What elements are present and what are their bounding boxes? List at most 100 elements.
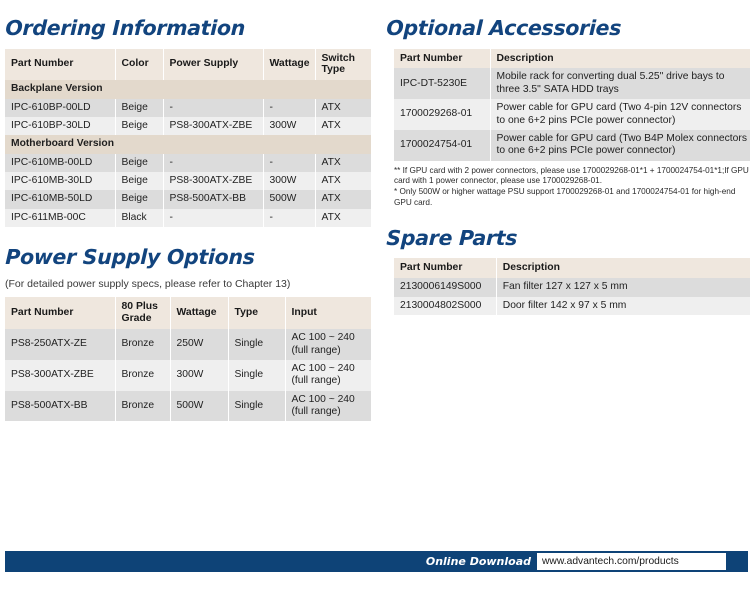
footnote-single-asterisk: * Only 500W or higher wattage PSU suppor…: [394, 187, 736, 208]
table-row: 1700029268-01 Power cable for GPU card (…: [394, 99, 750, 130]
column-header-power-supply: Power Supply: [163, 48, 264, 81]
ordering-information-table: Part Number Color Power Supply Wattage S…: [5, 48, 371, 228]
cell-power-supply: PS8-500ATX-BB: [163, 190, 264, 209]
cell-description: Mobile rack for converting dual 5.25" dr…: [490, 68, 750, 100]
cell-type: Single: [228, 329, 286, 360]
cell-power-supply: PS8-300ATX-ZBE: [163, 172, 264, 191]
group-label: Backplane Version: [5, 80, 371, 99]
cell-wattage: -: [263, 153, 316, 173]
cell-grade: Bronze: [115, 359, 171, 391]
cell-color: Beige: [115, 117, 164, 136]
power-supply-section: Power Supply Options (For detailed power…: [4, 245, 371, 422]
column-header-color: Color: [115, 48, 164, 81]
column-header-part-number: Part Number: [394, 48, 491, 69]
cell-part-number: IPC-610MB-30LD: [5, 172, 116, 191]
cell-power-supply: -: [163, 98, 264, 118]
cell-wattage: -: [263, 98, 316, 118]
column-header-wattage: Wattage: [170, 297, 229, 330]
table-row: PS8-250ATX-ZE Bronze 250W Single AC 100 …: [5, 329, 371, 360]
optional-accessories-table: Part Number Description IPC-DT-5230E Mob…: [394, 48, 750, 161]
column-header-part-number: Part Number: [5, 48, 116, 81]
table-group-row: Motherboard Version: [5, 135, 371, 154]
optional-accessories-title: Optional Accessories: [385, 16, 622, 40]
cell-switch-type: ATX: [315, 98, 371, 118]
column-header-part-number: Part Number: [394, 258, 497, 279]
cell-part-number: 1700024754-01: [394, 129, 491, 161]
cell-switch-type: ATX: [315, 208, 371, 228]
table-group-row: Backplane Version: [5, 80, 371, 99]
column-header-part-number: Part Number: [5, 297, 116, 330]
table-header-row: Part Number 80 Plus Grade Wattage Type I…: [5, 297, 371, 330]
table-row: IPC-610BP-30LD Beige PS8-300ATX-ZBE 300W…: [5, 117, 371, 136]
cell-part-number: PS8-250ATX-ZE: [5, 329, 116, 360]
column-header-description: Description: [490, 48, 750, 69]
cell-color: Beige: [115, 98, 164, 118]
cell-input: AC 100 ~ 240 (full range): [285, 329, 371, 360]
cell-wattage: 250W: [170, 329, 229, 360]
cell-power-supply: PS8-300ATX-ZBE: [163, 117, 264, 136]
cell-switch-type: ATX: [315, 190, 371, 209]
table-row: IPC-610MB-30LD Beige PS8-300ATX-ZBE 300W…: [5, 172, 371, 191]
column-header-type: Type: [228, 297, 286, 330]
cell-wattage: 300W: [263, 172, 316, 191]
cell-power-supply: -: [163, 153, 264, 173]
cell-input: AC 100 ~ 240 (full range): [285, 359, 371, 391]
table-header-row: Part Number Color Power Supply Wattage S…: [5, 48, 371, 81]
spare-parts-section: Spare Parts Part Number Description 2130…: [385, 225, 750, 315]
cell-part-number: 1700029268-01: [394, 99, 491, 130]
footer-download-group: Online Download www.advantech.com/produc…: [426, 551, 726, 572]
cell-part-number: IPC-610BP-30LD: [5, 117, 116, 136]
accessories-footnotes: ** If GPU card with 2 power connectors, …: [394, 166, 749, 209]
cell-color: Beige: [115, 172, 164, 191]
cell-part-number: PS8-500ATX-BB: [5, 390, 116, 422]
ordering-information-title: Ordering Information: [4, 16, 246, 40]
cell-color: Beige: [115, 153, 164, 173]
cell-input: AC 100 ~ 240 (full range): [285, 390, 371, 422]
accessories-wrapper: Part Number Description IPC-DT-5230E Mob…: [394, 48, 750, 161]
cell-color: Beige: [115, 190, 164, 209]
left-column: Ordering Information Part Number Color P…: [4, 16, 371, 422]
cell-part-number: IPC-DT-5230E: [394, 68, 491, 100]
table-row: IPC-DT-5230E Mobile rack for converting …: [394, 68, 750, 100]
cell-wattage: 300W: [263, 117, 316, 136]
online-download-url[interactable]: www.advantech.com/products: [537, 553, 726, 570]
spare-parts-title: Spare Parts: [385, 225, 518, 250]
column-header-switch-type: Switch Type: [315, 48, 371, 81]
column-header-description: Description: [496, 258, 750, 279]
power-supply-options-title: Power Supply Options: [4, 245, 256, 270]
cell-wattage: 500W: [263, 190, 316, 209]
table-row: IPC-610MB-50LD Beige PS8-500ATX-BB 500W …: [5, 190, 371, 209]
table-header-row: Part Number Description: [394, 48, 750, 69]
table-row: IPC-611MB-00C Black - - ATX: [5, 208, 371, 228]
power-supply-subtitle: (For detailed power supply specs, please…: [5, 277, 291, 290]
cell-wattage: 500W: [170, 390, 229, 422]
cell-description: Fan filter 127 x 127 x 5 mm: [496, 278, 750, 297]
table-row: IPC-610BP-00LD Beige - - ATX: [5, 98, 371, 118]
cell-description: Power cable for GPU card (Two B4P Molex …: [490, 129, 750, 161]
cell-wattage: 300W: [170, 359, 229, 391]
cell-part-number: IPC-610BP-00LD: [5, 98, 116, 118]
cell-part-number: 2130006149S000: [394, 278, 497, 297]
right-column: Optional Accessories Part Number Descrip…: [385, 16, 750, 315]
table-row: 2130004802S000 Door filter 142 x 97 x 5 …: [394, 296, 750, 315]
column-header-wattage: Wattage: [263, 48, 316, 81]
footer-bar: Online Download www.advantech.com/produc…: [5, 551, 748, 572]
datasheet-page: Ordering Information Part Number Color P…: [0, 0, 750, 591]
table-row: 1700024754-01 Power cable for GPU card (…: [394, 129, 750, 161]
table-header-row: Part Number Description: [394, 258, 750, 279]
group-label: Motherboard Version: [5, 135, 371, 154]
power-supply-options-table: Part Number 80 Plus Grade Wattage Type I…: [5, 297, 371, 422]
footnote-double-asterisk: ** If GPU card with 2 power connectors, …: [394, 165, 749, 186]
cell-part-number: 2130004802S000: [394, 296, 497, 315]
online-download-label: Online Download: [425, 555, 531, 568]
cell-type: Single: [228, 390, 286, 422]
cell-power-supply: -: [163, 208, 264, 228]
table-row: IPC-610MB-00LD Beige - - ATX: [5, 153, 371, 173]
cell-color: Black: [115, 208, 164, 228]
table-row: PS8-300ATX-ZBE Bronze 300W Single AC 100…: [5, 359, 371, 391]
cell-part-number: PS8-300ATX-ZBE: [5, 359, 116, 391]
cell-switch-type: ATX: [315, 117, 371, 136]
cell-description: Power cable for GPU card (Two 4-pin 12V …: [490, 99, 750, 130]
cell-description: Door filter 142 x 97 x 5 mm: [496, 296, 750, 315]
cell-grade: Bronze: [115, 329, 171, 360]
